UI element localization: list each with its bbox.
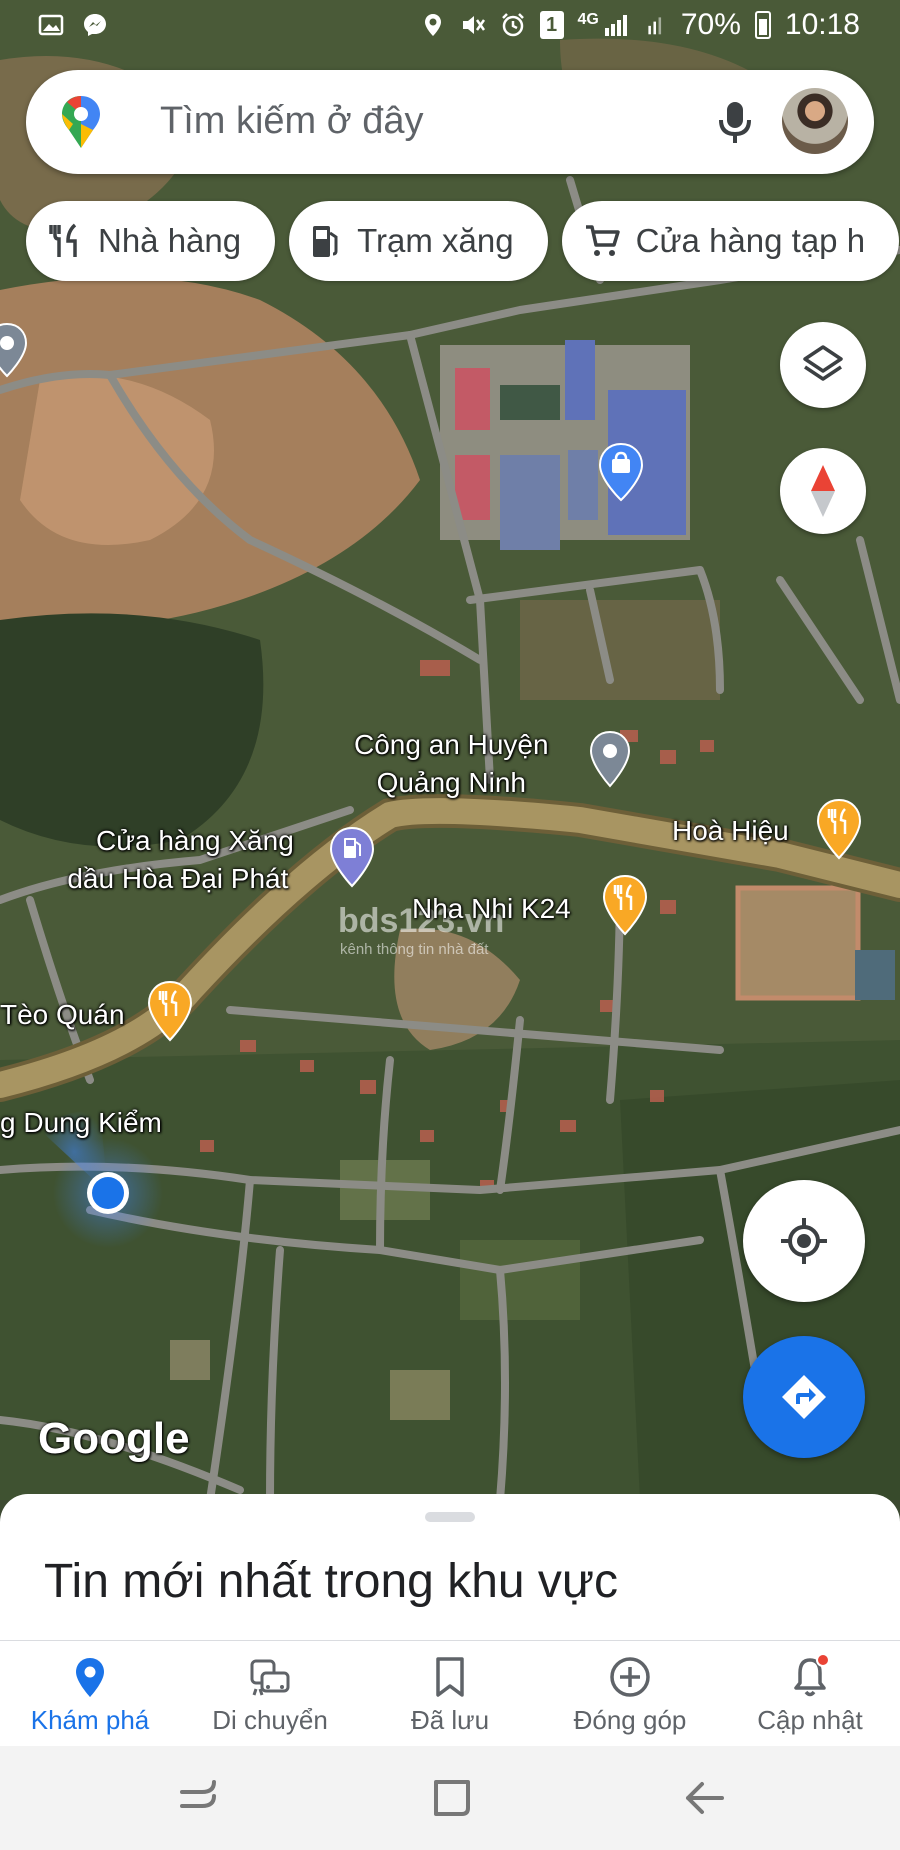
clock: 10:18 xyxy=(784,8,860,41)
chip-grocery-label: Cửa hàng tạp h xyxy=(635,222,866,259)
google-maps-logo xyxy=(62,96,100,148)
directions-button[interactable] xyxy=(743,1336,865,1458)
bottom-sheet[interactable]: Tin mới nhất trong khu vực xyxy=(0,1494,900,1640)
commute-icon xyxy=(250,1659,290,1696)
directions-icon xyxy=(782,1375,826,1419)
back-icon[interactable] xyxy=(684,1778,726,1818)
recent-apps-icon[interactable] xyxy=(178,1778,220,1818)
avatar[interactable] xyxy=(782,88,848,154)
sheet-drag-handle[interactable] xyxy=(425,1512,475,1522)
bell-icon-wrap xyxy=(788,1653,832,1699)
sheet-title: Tin mới nhất trong khu vực xyxy=(44,1555,619,1608)
place-label-gas-line1: Cửa hàng Xăng xyxy=(96,825,294,856)
location-icon xyxy=(424,14,441,36)
my-location-icon xyxy=(781,1218,827,1264)
place-label-police-line1: Công an Huyện xyxy=(354,729,549,760)
search-input[interactable]: Tìm kiếm ở đây xyxy=(160,100,424,143)
restaurant-icon xyxy=(49,223,77,257)
chip-grocery[interactable]: Cửa hàng tạp h xyxy=(561,201,900,281)
edge-pin-icon[interactable] xyxy=(0,322,28,378)
mic-icon[interactable] xyxy=(712,98,758,146)
chip-gas-stations-label: Trạm xăng xyxy=(357,222,514,259)
place-label-police-line2: Quảng Ninh xyxy=(376,767,526,798)
chip-restaurants-label: Nhà hàng xyxy=(98,222,242,259)
messenger-icon xyxy=(84,14,106,36)
cart-icon xyxy=(585,225,620,256)
nav-explore-label: Khám phá xyxy=(30,1705,150,1735)
search-bar[interactable]: Tìm kiếm ở đây xyxy=(26,70,874,174)
place-label-police[interactable]: Công an Huyện Quảng Ninh xyxy=(354,726,549,802)
nav-updates[interactable]: Cập nhật xyxy=(720,1641,900,1746)
google-attribution: Google xyxy=(38,1414,190,1463)
battery-icon xyxy=(754,11,771,39)
system-navigation-bar xyxy=(0,1746,900,1850)
restaurant-pin-icon[interactable] xyxy=(816,798,862,860)
my-location-dot xyxy=(87,1172,129,1214)
signal-icon-2 xyxy=(648,17,661,35)
layers-button[interactable] xyxy=(780,322,866,408)
restaurant-pin-icon[interactable] xyxy=(147,980,193,1042)
nav-updates-label: Cập nhật xyxy=(757,1705,863,1735)
nav-explore[interactable]: Khám phá xyxy=(0,1641,180,1746)
bookmark-icon xyxy=(436,1657,464,1697)
my-location-button[interactable] xyxy=(743,1180,865,1302)
nav-saved-label: Đã lưu xyxy=(410,1705,490,1735)
place-label-dung-kiem[interactable]: g Dung Kiểm xyxy=(0,1104,162,1142)
compass-button[interactable] xyxy=(780,448,866,534)
bottom-navigation: Khám phá Di chuyển Đã lưu Đóng góp Cập n… xyxy=(0,1640,900,1746)
network-type: 4G xyxy=(577,11,599,28)
nav-contribute[interactable]: Đóng góp xyxy=(540,1641,720,1746)
nav-commute-label: Di chuyển xyxy=(212,1705,328,1735)
gray-pin-icon[interactable] xyxy=(589,730,631,788)
layers-icon xyxy=(803,345,843,381)
watermark-tagline: kênh thông tin nhà đất xyxy=(340,941,489,958)
restaurant-pin-icon[interactable] xyxy=(602,874,648,936)
chip-restaurants[interactable]: Nhà hàng xyxy=(26,201,276,281)
compass-icon xyxy=(811,465,835,517)
battery-percent: 70% xyxy=(680,8,741,41)
place-label-teo-quan[interactable]: Tèo Quán xyxy=(0,996,125,1034)
gallery-icon xyxy=(38,14,64,36)
explore-pin-icon xyxy=(76,1658,104,1697)
alarm-icon xyxy=(501,13,524,37)
status-bar: 1 4G 70% 10:18 xyxy=(0,0,900,52)
gas-pin-icon[interactable] xyxy=(329,826,375,888)
vibrate-mute-icon xyxy=(462,16,485,34)
sim-icon: 1 xyxy=(539,11,564,39)
shopping-pin-icon[interactable] xyxy=(598,442,644,502)
nav-commute[interactable]: Di chuyển xyxy=(180,1641,360,1746)
place-label-gas-station[interactable]: Cửa hàng Xăng dầu Hòa Đại Phát xyxy=(62,822,294,898)
nav-saved[interactable]: Đã lưu xyxy=(360,1641,540,1746)
place-label-gas-line2: dầu Hòa Đại Phát xyxy=(67,863,289,894)
add-circle-icon xyxy=(610,1657,650,1697)
signal-icon xyxy=(604,15,627,36)
place-label-nha-nhi[interactable]: Nha Nhi K24 xyxy=(412,890,571,928)
chip-gas-stations[interactable]: Trạm xăng xyxy=(289,201,548,281)
category-chips: Nhà hàng Trạm xăng Cửa hàng tạp h xyxy=(26,201,900,281)
nav-contribute-label: Đóng góp xyxy=(573,1705,687,1735)
home-icon[interactable] xyxy=(432,1778,472,1818)
place-label-hoa-hieu[interactable]: Hoà Hiệu xyxy=(672,812,789,850)
gas-station-icon xyxy=(313,226,338,257)
notification-dot xyxy=(816,1653,830,1667)
